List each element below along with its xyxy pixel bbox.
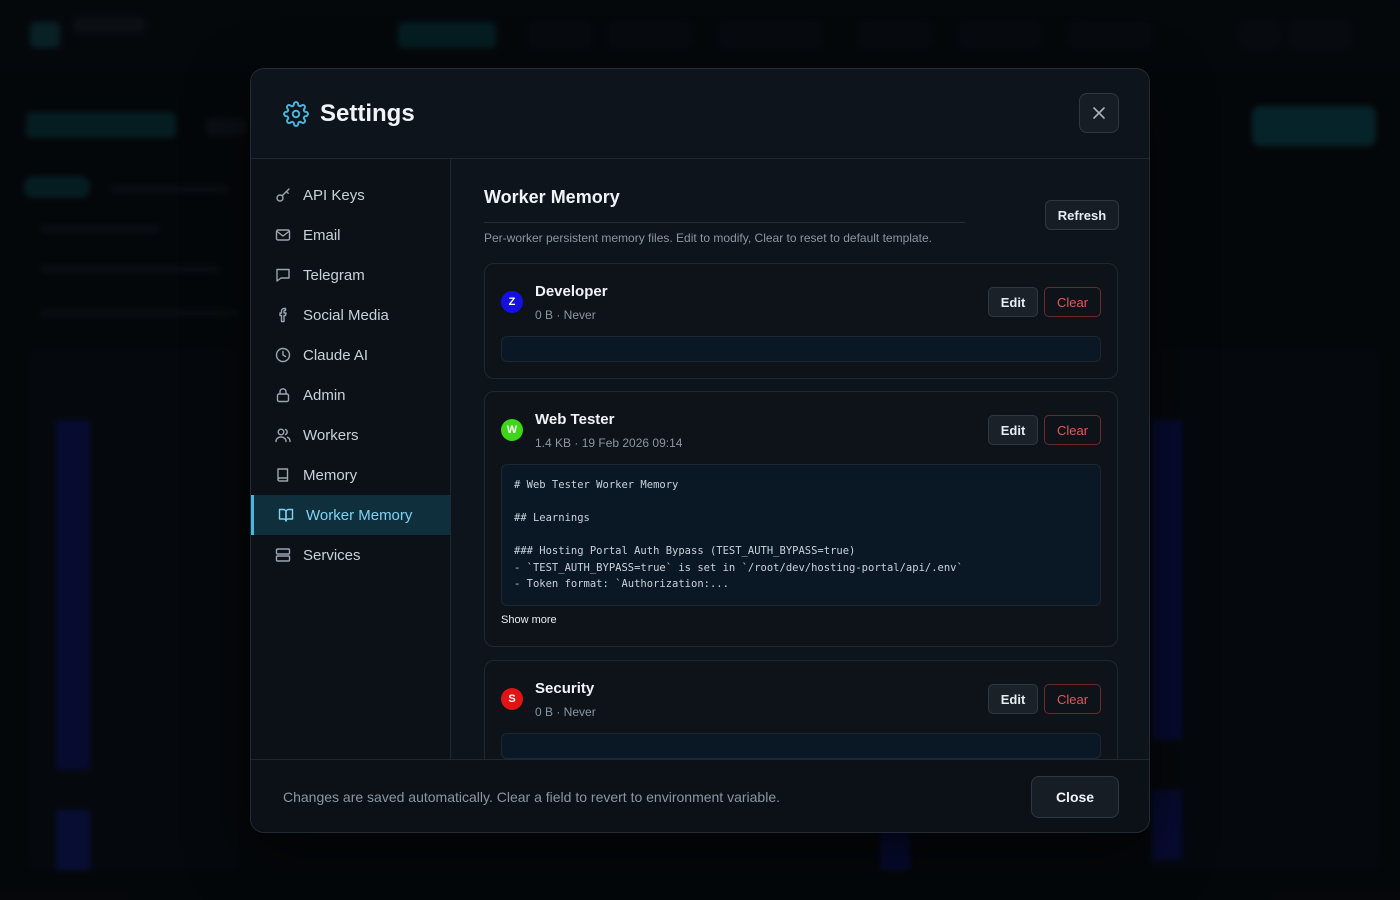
memory-preview — [501, 336, 1101, 362]
modal-header: Settings — [251, 69, 1149, 159]
edit-button[interactable]: Edit — [988, 415, 1038, 445]
clock-icon — [275, 347, 291, 363]
sidebar-item-admin[interactable]: Admin — [251, 375, 450, 415]
worker-avatar: S — [501, 688, 523, 710]
users-icon — [275, 428, 291, 443]
settings-modal: Settings API Keys Email Telegram Social … — [250, 68, 1150, 833]
edit-button[interactable]: Edit — [988, 287, 1038, 317]
sidebar-item-label: Memory — [303, 466, 358, 484]
worker-name: Developer — [535, 283, 608, 300]
gear-icon — [283, 100, 309, 127]
worker-meta: 0 B · Never — [535, 705, 596, 719]
worker-card-security: S Security 0 B · Never Edit Clear — [484, 660, 1118, 759]
sidebar-item-api-keys[interactable]: API Keys — [251, 175, 450, 215]
section-divider — [484, 222, 965, 223]
sidebar-item-services[interactable]: Services — [251, 535, 450, 575]
book-icon — [277, 468, 289, 482]
worker-meta: 1.4 KB · 19 Feb 2026 09:14 — [535, 436, 683, 450]
sidebar-item-label: Admin — [303, 386, 346, 404]
worker-memory-panel: Worker Memory Per-worker persistent memo… — [452, 159, 1149, 759]
worker-meta: 0 B · Never — [535, 308, 596, 322]
modal-footer: Changes are saved automatically. Clear a… — [251, 759, 1149, 832]
worker-avatar: W — [501, 419, 523, 441]
close-button[interactable]: Close — [1031, 776, 1119, 818]
sidebar-item-label: Services — [303, 546, 361, 564]
message-icon — [276, 268, 290, 282]
sidebar-item-label: API Keys — [303, 186, 365, 204]
sidebar-item-telegram[interactable]: Telegram — [251, 255, 450, 295]
section-title: Worker Memory — [484, 187, 620, 207]
facebook-icon — [279, 307, 287, 323]
lock-icon — [276, 388, 290, 403]
key-icon — [276, 188, 290, 202]
sidebar-item-label: Email — [303, 226, 341, 244]
modal-close-button[interactable] — [1079, 93, 1119, 133]
clear-button[interactable]: Clear — [1044, 415, 1101, 445]
close-icon — [1093, 107, 1105, 119]
worker-card-developer: Z Developer 0 B · Never Edit Clear — [484, 263, 1118, 379]
worker-name: Web Tester — [535, 411, 615, 428]
open-book-icon — [278, 508, 294, 522]
sidebar-item-social-media[interactable]: Social Media — [251, 295, 450, 335]
memory-preview — [501, 733, 1101, 759]
settings-sidebar: API Keys Email Telegram Social Media Cla… — [251, 159, 451, 759]
sidebar-item-memory[interactable]: Memory — [251, 455, 450, 495]
worker-name: Security — [535, 680, 595, 697]
memory-content — [502, 337, 1100, 361]
worker-card-web-tester: W Web Tester 1.4 KB · 19 Feb 2026 09:14 … — [484, 391, 1118, 647]
show-more-link[interactable]: Show more — [501, 614, 557, 626]
clear-button[interactable]: Clear — [1044, 684, 1101, 714]
worker-avatar: Z — [501, 291, 523, 313]
sidebar-item-label: Claude AI — [303, 346, 369, 364]
memory-content: # Web Tester Worker Memory ## Learnings … — [514, 479, 963, 590]
memory-content — [502, 734, 1100, 758]
sidebar-item-label: Workers — [303, 426, 359, 444]
memory-preview: # Web Tester Worker Memory ## Learnings … — [501, 464, 1101, 606]
sidebar-item-claude-ai[interactable]: Claude AI — [251, 335, 450, 375]
sidebar-item-worker-memory[interactable]: Worker Memory — [251, 495, 450, 535]
clear-button[interactable]: Clear — [1044, 287, 1101, 317]
refresh-button[interactable]: Refresh — [1045, 200, 1119, 230]
mail-icon — [275, 229, 291, 241]
section-description: Per-worker persistent memory files. Edit… — [484, 231, 932, 245]
sidebar-item-label: Telegram — [303, 266, 365, 284]
footer-note: Changes are saved automatically. Clear a… — [283, 789, 780, 805]
sidebar-item-email[interactable]: Email — [251, 215, 450, 255]
sidebar-item-label: Social Media — [303, 306, 389, 324]
modal-title: Settings — [320, 99, 415, 127]
sidebar-item-label: Worker Memory — [306, 506, 413, 524]
server-icon — [275, 548, 291, 562]
edit-button[interactable]: Edit — [988, 684, 1038, 714]
sidebar-item-workers[interactable]: Workers — [251, 415, 450, 455]
